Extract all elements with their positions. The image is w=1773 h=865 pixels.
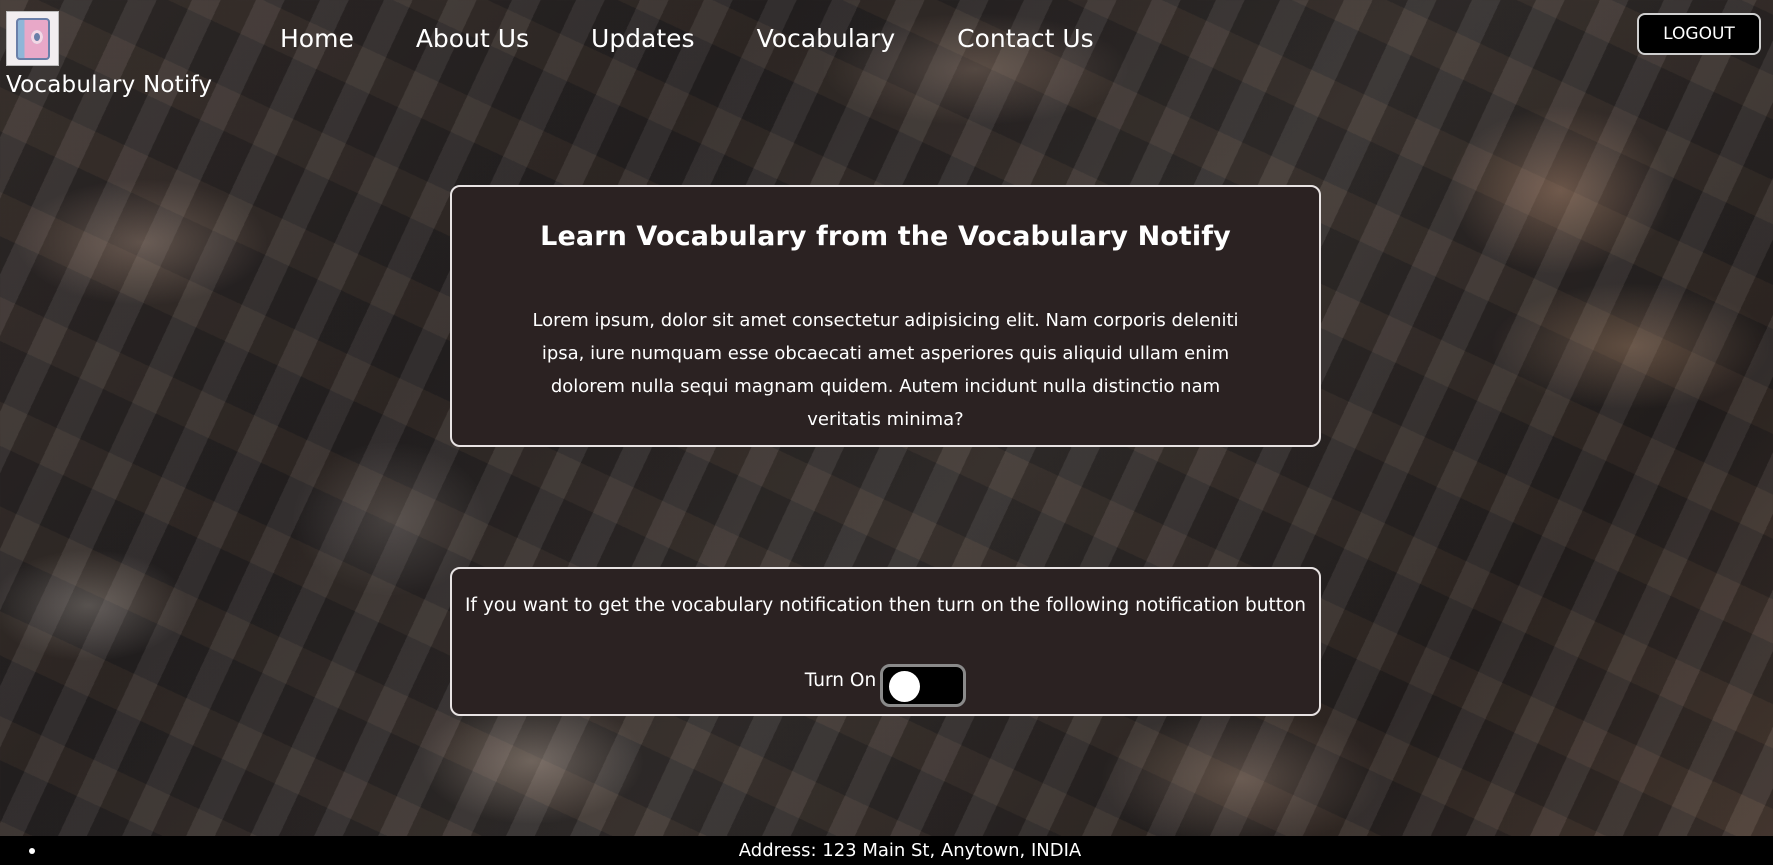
nav-home[interactable]: Home [280,24,354,53]
notification-toggle[interactable] [880,664,967,707]
nav-vocabulary[interactable]: Vocabulary [757,24,896,53]
toggle-knob[interactable] [889,671,921,702]
nav-contact-us[interactable]: Contact Us [957,24,1094,53]
footer-address: Address: 123 Main St, Anytown, INDIA [738,840,1082,861]
notification-prompt: If you want to get the vocabulary notifi… [464,595,1307,616]
toggle-row: Turn On [452,664,1319,707]
learn-card: Learn Vocabulary from the Vocabulary Not… [450,185,1321,447]
brand-name: Vocabulary Notify [6,72,213,98]
learn-title: Learn Vocabulary from the Vocabulary Not… [540,221,1231,252]
notification-card: If you want to get the vocabulary notifi… [450,567,1321,716]
book-icon [15,17,50,60]
brand-block: Vocabulary Notify [6,11,221,98]
learn-description: Lorem ipsum, dolor sit amet consectetur … [532,310,1239,430]
site-footer: Address: 123 Main St, Anytown, INDIA [0,836,1773,865]
logout-button[interactable]: LOGOUT [1637,13,1761,55]
toggle-label: Turn On [804,670,877,691]
nav-about-us[interactable]: About Us [416,24,529,53]
logo[interactable] [6,11,59,66]
nav-updates[interactable]: Updates [591,24,695,53]
main-nav: Home About Us Updates Vocabulary Contact… [280,24,1156,53]
